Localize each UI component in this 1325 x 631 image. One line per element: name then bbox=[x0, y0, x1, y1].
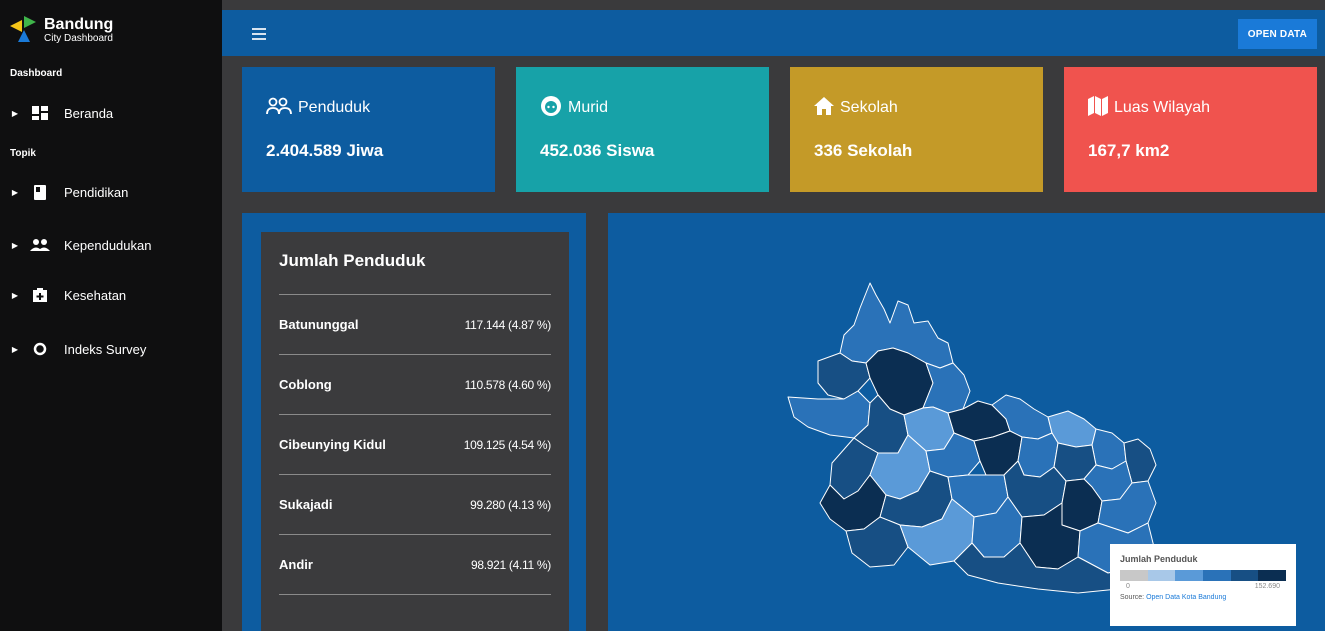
open-data-button[interactable]: OPEN DATA bbox=[1237, 19, 1317, 49]
caret-right-icon: ▶ bbox=[11, 240, 19, 250]
sidebar-item-kesehatan[interactable]: ▶ Kesehatan bbox=[0, 275, 222, 315]
home-icon bbox=[814, 96, 834, 120]
district-value: 117.144 (4.87 %) bbox=[464, 317, 552, 332]
sidebar-item-label: Pendidikan bbox=[64, 184, 129, 200]
section-label-topik: Topik bbox=[10, 148, 36, 159]
district-name: Andir bbox=[279, 557, 313, 572]
ranking-row: Coblong 110.578 (4.60 %) bbox=[279, 355, 551, 415]
card-title: Luas Wilayah bbox=[1114, 99, 1211, 116]
district-value: 110.578 (4.60 %) bbox=[464, 377, 552, 392]
map-district bbox=[787, 390, 871, 439]
district-value: 99.280 (4.13 %) bbox=[470, 497, 551, 512]
caret-right-icon: ▶ bbox=[11, 344, 19, 354]
legend-min: 0 bbox=[1126, 583, 1130, 590]
card-title: Murid bbox=[568, 99, 609, 116]
face-icon bbox=[540, 95, 562, 122]
card-title: Penduduk bbox=[298, 99, 371, 116]
people-outline-icon bbox=[266, 97, 292, 120]
card-value: 336 Sekolah bbox=[814, 141, 913, 160]
ranking-title: Jumlah Penduduk bbox=[279, 251, 426, 270]
sidebar-item-indeks-survey[interactable]: ▶ Indeks Survey bbox=[0, 329, 222, 369]
district-name: Sukajadi bbox=[279, 497, 333, 512]
bandung-logo-icon bbox=[10, 16, 38, 44]
ranking-row: Andir 98.921 (4.11 %) bbox=[279, 535, 551, 595]
medical-icon bbox=[30, 287, 50, 303]
brand-subtitle: City Dashboard bbox=[44, 32, 113, 44]
stat-card-murid: Murid 452.036 Siswa bbox=[516, 67, 769, 192]
sidebar-item-label: Kesehatan bbox=[64, 287, 127, 303]
map-district bbox=[1091, 428, 1127, 470]
sidebar-item-label: Kependudukan bbox=[64, 237, 152, 253]
caret-right-icon: ▶ bbox=[11, 290, 19, 300]
source-link[interactable]: Open Data Kota Bandung bbox=[1146, 594, 1226, 601]
source-prefix: Source: bbox=[1120, 594, 1145, 601]
card-value: 2.404.589 Jiwa bbox=[266, 141, 384, 160]
sidebar-item-kependudukan[interactable]: ▶ Kependudukan bbox=[0, 225, 222, 265]
circle-icon bbox=[30, 341, 50, 357]
sidebar-item-beranda[interactable]: ▶ Beranda bbox=[0, 93, 222, 133]
card-value: 452.036 Siswa bbox=[540, 141, 655, 160]
top-bar: OPEN DATA bbox=[222, 10, 1325, 56]
book-icon bbox=[30, 184, 50, 200]
district-value: 98.921 (4.11 %) bbox=[471, 557, 551, 572]
legend-max: 152.690 bbox=[1254, 583, 1280, 590]
ranking-card: Jumlah Penduduk Batununggal 117.144 (4.8… bbox=[261, 232, 569, 631]
card-value: 167,7 km2 bbox=[1088, 141, 1170, 160]
district-value: 109.125 (4.54 %) bbox=[463, 437, 552, 452]
legend-title: Jumlah Penduduk bbox=[1120, 554, 1198, 564]
legend-color-scale bbox=[1120, 570, 1287, 581]
district-name: Batununggal bbox=[279, 317, 359, 332]
stat-card-sekolah: Sekolah 336 Sekolah bbox=[790, 67, 1043, 192]
sidebar-item-label: Indeks Survey bbox=[64, 341, 147, 357]
choropleth-map-panel: Jumlah Penduduk 0 152.690 Source: Open D… bbox=[608, 213, 1325, 631]
caret-right-icon: ▶ bbox=[11, 187, 19, 197]
brand-logo[interactable]: Bandung City Dashboard bbox=[10, 8, 130, 52]
stat-card-luas-wilayah: Luas Wilayah 167,7 km2 bbox=[1064, 67, 1317, 192]
people-icon bbox=[30, 237, 50, 253]
district-name: Cibeunying Kidul bbox=[279, 437, 386, 452]
sidebar: Bandung City Dashboard Dashboard ▶ Beran… bbox=[0, 0, 222, 631]
caret-right-icon: ▶ bbox=[11, 108, 19, 118]
map-legend: Jumlah Penduduk 0 152.690 Source: Open D… bbox=[1110, 544, 1296, 626]
card-title: Sekolah bbox=[840, 99, 898, 116]
sidebar-item-pendidikan[interactable]: ▶ Pendidikan bbox=[0, 172, 222, 212]
map-icon bbox=[1088, 95, 1108, 121]
hamburger-menu-icon[interactable] bbox=[252, 28, 266, 40]
ranking-row: Cibeunying Kidul 109.125 (4.54 %) bbox=[279, 415, 551, 475]
stat-card-penduduk: Penduduk 2.404.589 Jiwa bbox=[242, 67, 495, 192]
section-label-dashboard: Dashboard bbox=[10, 68, 63, 79]
brand-title: Bandung bbox=[44, 15, 114, 33]
ranking-row: Batununggal 117.144 (4.87 %) bbox=[279, 295, 551, 355]
legend-source: Source: Open Data Kota Bandung bbox=[1120, 594, 1286, 601]
dashboard-icon bbox=[30, 105, 50, 121]
district-name: Coblong bbox=[279, 377, 332, 392]
ranking-row: Sukajadi 99.280 (4.13 %) bbox=[279, 475, 551, 535]
population-ranking-panel: Jumlah Penduduk Batununggal 117.144 (4.8… bbox=[242, 213, 586, 631]
sidebar-item-label: Beranda bbox=[64, 105, 114, 121]
